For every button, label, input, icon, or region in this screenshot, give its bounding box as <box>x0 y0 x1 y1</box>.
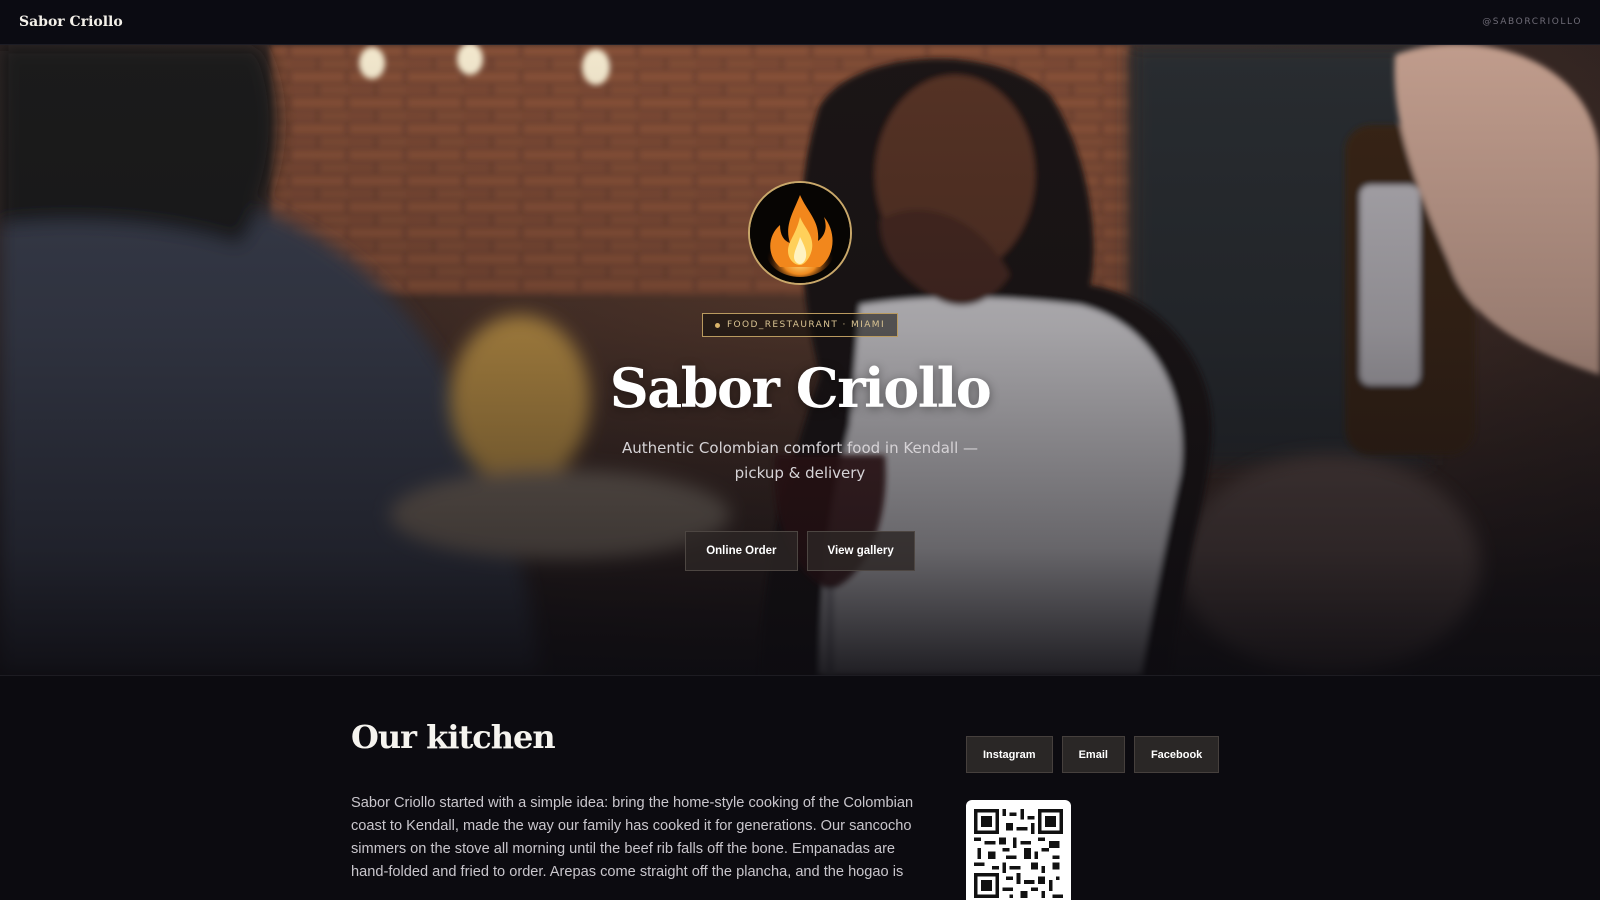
category-badge-label: FOOD_RESTAURANT · MIAMI <box>726 320 886 330</box>
online-order-button[interactable]: Online Order <box>685 531 798 572</box>
restaurant-logo <box>748 181 852 285</box>
qr-code-icon <box>974 809 1063 898</box>
email-button[interactable]: Email <box>1061 736 1125 773</box>
site-brand[interactable]: Sabor Criollo <box>19 14 123 30</box>
about-paragraph: Sabor Criollo started with a simple idea… <box>351 795 914 880</box>
hero-content: FOOD_RESTAURANT · MIAMI Sabor Criollo Au… <box>0 45 1600 675</box>
facebook-button[interactable]: Facebook <box>1133 736 1220 773</box>
qr-code <box>966 800 1071 900</box>
hero-title: Sabor Criollo <box>609 356 992 420</box>
instagram-button[interactable]: Instagram <box>966 736 1053 773</box>
hero-actions: Online Order View gallery <box>685 531 915 572</box>
flame-logo-icon <box>750 183 850 283</box>
category-badge: FOOD_RESTAURANT · MIAMI <box>701 313 899 337</box>
dot-icon <box>714 322 720 328</box>
top-navigation-bar: Sabor Criollo @SABORCRIOLLO <box>0 0 1600 45</box>
view-gallery-button[interactable]: View gallery <box>806 531 915 572</box>
about-section: Our kitchen Sabor Criollo started with a… <box>0 675 1600 900</box>
hero-subtitle: Authentic Colombian comfort food in Kend… <box>621 439 979 483</box>
section-title: Our kitchen <box>351 718 556 756</box>
social-handle[interactable]: @SABORCRIOLLO <box>1482 17 1582 27</box>
hero-section: FOOD_RESTAURANT · MIAMI Sabor Criollo Au… <box>0 45 1600 675</box>
social-links: Instagram Email Facebook <box>966 736 1220 773</box>
